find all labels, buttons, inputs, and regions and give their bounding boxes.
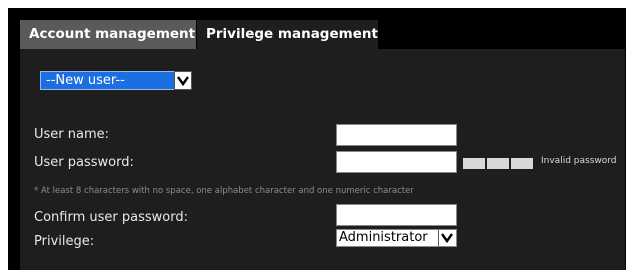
privilege-select[interactable]: Administrator: [336, 229, 457, 247]
user-password-input[interactable]: [336, 151, 457, 173]
user-password-label: User password:: [34, 155, 134, 170]
user-select-dropdown[interactable]: --New user--: [40, 71, 192, 90]
password-strength-text: Invalid password: [541, 156, 617, 166]
tab-account-management[interactable]: Account management: [20, 20, 196, 49]
confirm-password-label: Confirm user password:: [34, 210, 188, 225]
chevron-down-icon: [441, 233, 453, 244]
user-select-toggle[interactable]: [174, 71, 192, 90]
account-form: --New user-- User name: User password: I…: [20, 49, 625, 270]
password-strength-meter: [463, 158, 535, 169]
user-name-input[interactable]: [336, 124, 457, 146]
strength-segment: [463, 158, 485, 169]
user-name-label: User name:: [34, 127, 110, 142]
privilege-select-toggle[interactable]: [438, 230, 456, 246]
chevron-down-icon: [177, 76, 189, 87]
privilege-value: Administrator: [339, 230, 428, 245]
strength-segment: [487, 158, 509, 169]
user-select-value: --New user--: [46, 73, 125, 88]
tab-bar: Account management Privilege management: [20, 20, 378, 49]
password-hint: * At least 8 characters with no space, o…: [34, 186, 414, 196]
tab-privilege-management[interactable]: Privilege management: [196, 20, 378, 49]
account-panel: Account management Privilege management …: [8, 8, 626, 270]
privilege-label: Privilege:: [34, 234, 95, 249]
strength-segment: [511, 158, 533, 169]
confirm-password-input[interactable]: [336, 204, 457, 226]
